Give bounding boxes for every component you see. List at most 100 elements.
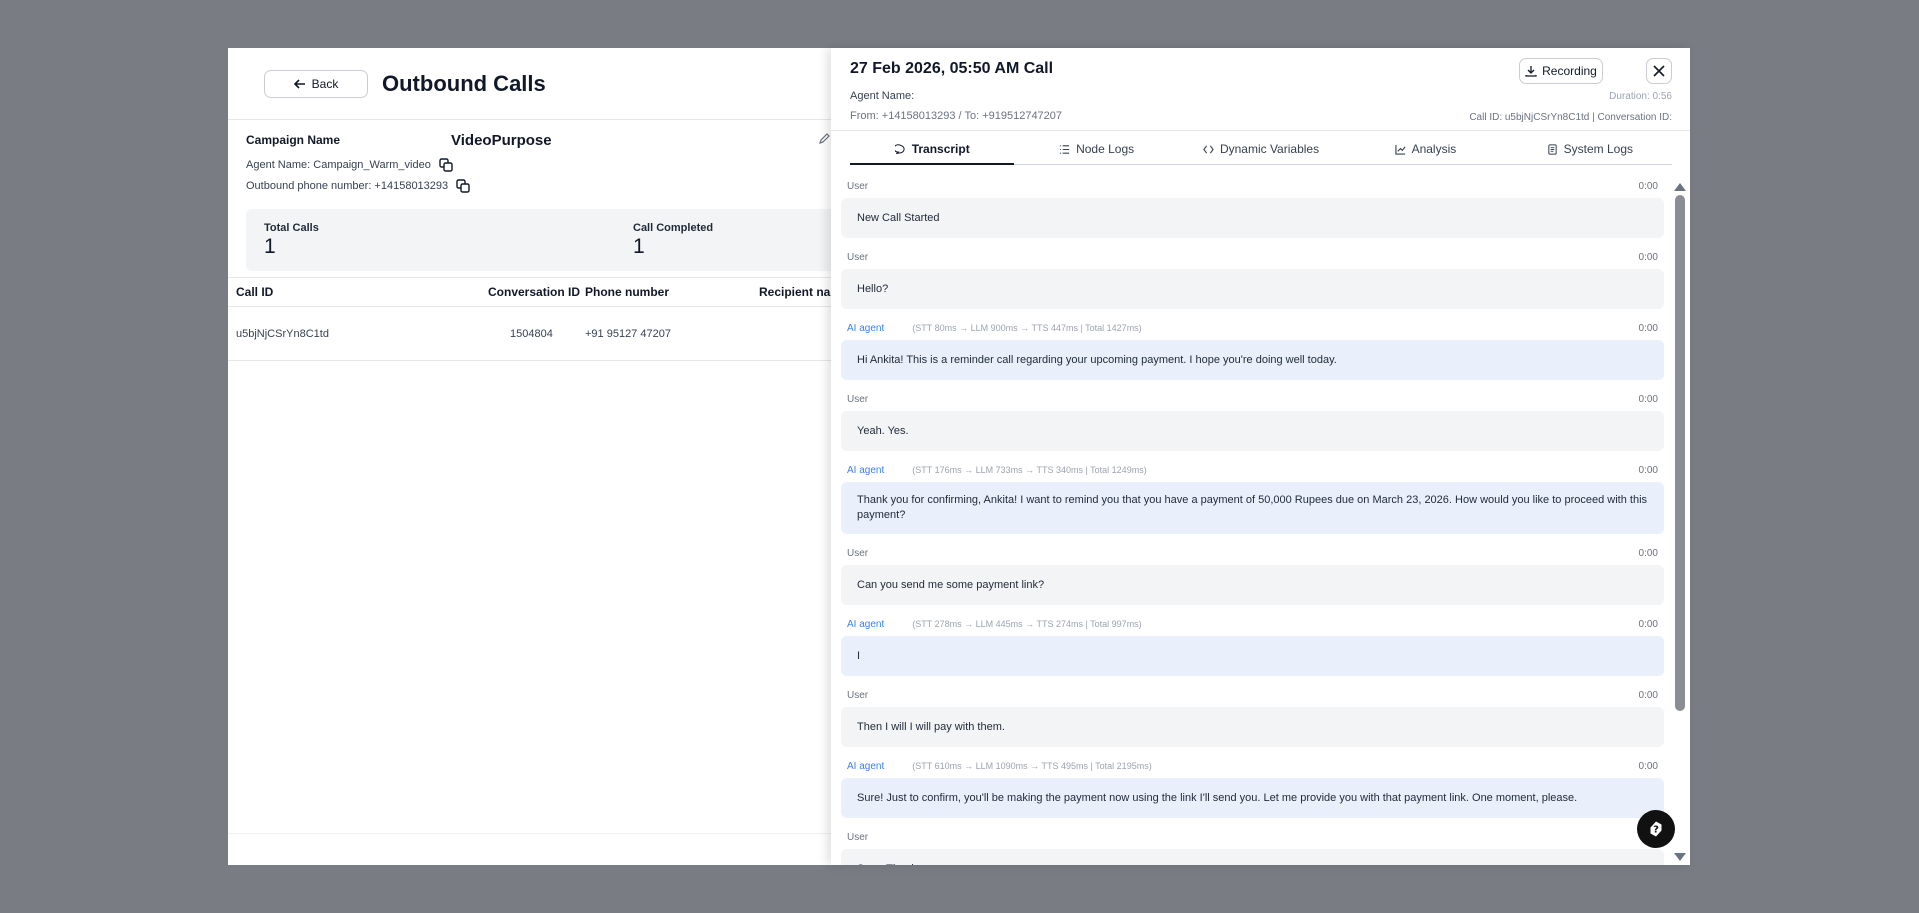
message-bubble: Sure. Thank you. [841,849,1664,865]
message-bubble: New Call Started [841,198,1664,238]
close-button[interactable] [1646,58,1672,84]
list-icon [1059,144,1070,154]
tab-label: System Logs [1563,142,1634,156]
pencil-icon[interactable] [818,132,831,148]
speaker-label: User [847,393,869,405]
message-time: 0:00 [1638,393,1658,405]
message-bubble: Thank you for confirming, Ankita! I want… [841,482,1664,534]
speaker-label: AI agent [847,464,885,476]
stat-value: 1 [264,235,276,258]
page-title: Outbound Calls [382,70,546,96]
back-button[interactable]: Back [264,69,368,98]
scroll-down-icon[interactable] [1674,853,1686,861]
scrollbar-thumb[interactable] [1675,195,1685,711]
back-label: Back [311,76,339,91]
message-time: 0:00 [1638,180,1658,192]
cell-phone-number: +91 95127 47207 [585,327,671,340]
speaker-label: User [847,689,869,701]
tab-label: Dynamic Variables [1219,142,1320,156]
message-time: 0:00 [1638,618,1658,630]
call-ids: Call ID: u5bjNjCSrYn8C1td | Conversation… [1469,112,1672,123]
agent-name-text: Agent Name: Campaign_Warm_video [246,159,431,171]
panel-tabs: Transcript Node Logs Dynamic Variables A… [850,131,1672,165]
latency-text: (STT 610ms → LLM 1090ms → TTS 495ms | To… [912,761,1152,771]
message-time: 0:00 [1638,547,1658,559]
tab-label: Analysis [1411,142,1457,156]
transcript-message: User Sure. Thank you. [841,829,1664,865]
message-bubble: Yeah. Yes. [841,411,1664,451]
speaker-label: AI agent [847,760,885,772]
transcript-message: AI agent (STT 610ms → LLM 1090ms → TTS 4… [841,758,1664,818]
latency-text: (STT 176ms → LLM 733ms → TTS 340ms | Tot… [912,465,1147,475]
svg-text:?: ? [1653,825,1659,836]
latency-text: (STT 278ms → LLM 445ms → TTS 274ms | Tot… [912,619,1142,629]
speaker-label: User [847,547,869,559]
panel-header: 27 Feb 2026, 05:50 AM Call Agent Name: F… [831,48,1690,131]
transcript-message: AI agent (STT 278ms → LLM 445ms → TTS 27… [841,616,1664,676]
speaker-label: User [847,831,869,843]
call-duration: Duration: 0:56 [1609,91,1672,102]
message-time: 0:00 [1638,464,1658,476]
message-time: 0:00 [1638,322,1658,334]
tab-analysis[interactable]: Analysis [1343,134,1507,164]
campaign-name-label: Campaign Name [246,133,341,147]
tab-dynamic-variables[interactable]: Dynamic Variables [1179,134,1343,164]
message-bubble: I [841,636,1664,676]
message-time: 0:00 [1638,251,1658,263]
recording-button[interactable]: Recording [1519,58,1603,84]
code-icon [1203,145,1214,153]
transcript-message: User 0:00 Can you send me some payment l… [841,545,1664,605]
arrow-left-icon [293,78,305,89]
transcript-message: User 0:00 New Call Started [841,178,1664,238]
message-bubble: Hi Ankita! This is a reminder call regar… [841,340,1664,380]
call-detail-panel: 27 Feb 2026, 05:50 AM Call Agent Name: F… [831,48,1690,865]
transcript-scrollbar[interactable] [1670,178,1690,865]
tab-system-logs[interactable]: System Logs [1508,134,1672,164]
tab-label: Transcript [911,142,970,156]
message-bubble: Sure! Just to confirm, you'll be making … [841,778,1664,818]
speaker-label: AI agent [847,322,885,334]
help-icon: ? [1650,821,1662,837]
transcript-message: AI agent (STT 80ms → LLM 900ms → TTS 447… [841,320,1664,380]
copy-icon[interactable] [439,158,453,172]
stat-value: 1 [633,235,645,258]
speaker-label: User [847,180,869,192]
message-bubble: Can you send me some payment link? [841,565,1664,605]
message-bubble: Hello? [841,269,1664,309]
recording-label: Recording [1542,64,1597,78]
transcript-message: User 0:00 Hello? [841,249,1664,309]
document-icon [1547,143,1557,155]
chart-line-icon [1394,144,1406,155]
latency-text: (STT 80ms → LLM 900ms → TTS 447ms | Tota… [912,323,1142,333]
column-conversation-id[interactable]: Conversation ID [488,285,580,299]
download-icon [1525,66,1537,77]
campaign-name-value: VideoPurpose [451,131,552,149]
tab-label: Node Logs [1076,142,1135,156]
column-recipient-name[interactable]: Recipient nam [759,285,841,299]
transcript-message: User 0:00 Yeah. Yes. [841,391,1664,451]
stat-call-completed: Call Completed 1 [633,222,713,259]
copy-icon[interactable] [456,179,470,193]
scroll-up-icon[interactable] [1674,183,1686,191]
tab-node-logs[interactable]: Node Logs [1014,134,1178,164]
chat-bubble-icon [894,143,905,154]
tab-transcript[interactable]: Transcript [850,135,1015,165]
message-time: 0:00 [1638,689,1658,701]
cell-call-id: u5bjNjCSrYn8C1td [236,327,329,340]
transcript-message: AI agent (STT 176ms → LLM 733ms → TTS 34… [841,462,1664,534]
column-call-id[interactable]: Call ID [236,285,273,299]
message-time: 0:00 [1638,760,1658,772]
stat-label: Call Completed [633,222,714,234]
outbound-number-text: Outbound phone number: +14158013293 [246,180,449,192]
stat-label: Total Calls [264,222,319,234]
stat-total-calls: Total Calls 1 [264,222,319,259]
close-icon [1653,65,1665,77]
message-bubble: Then I will I will pay with them. [841,707,1664,747]
cell-conversation-id: 1504804 [510,327,553,340]
column-phone-number[interactable]: Phone number [585,285,669,299]
transcript-message: User 0:00 Then I will I will pay with th… [841,687,1664,747]
speaker-label: AI agent [847,618,885,630]
help-button[interactable]: ? [1637,810,1675,848]
speaker-label: User [847,251,869,263]
transcript-list[interactable]: User 0:00 New Call Started User 0:00 Hel… [841,178,1664,865]
